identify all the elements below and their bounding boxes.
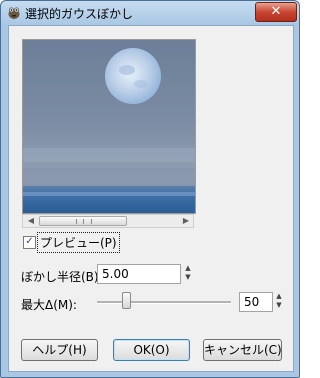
ok-button[interactable]: OK(O) (113, 339, 190, 361)
dialog-body: ◀ ▶ ✓ プレビュー(P) ぼかし半径(B): 5.00 ▲ ▼ 最大Δ(M)… (8, 25, 294, 372)
max-delta-slider-thumb[interactable] (122, 292, 131, 309)
close-button[interactable]: ✕ (255, 2, 297, 22)
checkmark-icon: ✓ (25, 236, 34, 247)
max-delta-input[interactable]: 50 (239, 292, 273, 312)
preview-image[interactable] (22, 39, 196, 214)
close-icon: ✕ (270, 4, 282, 19)
scrollbar-thumb[interactable] (39, 216, 127, 226)
cancel-button[interactable]: キャンセル(C) (203, 339, 282, 361)
max-delta-slider-track[interactable] (97, 301, 231, 304)
scroll-left-arrow-icon[interactable]: ◀ (24, 215, 38, 227)
blur-radius-input[interactable]: 5.00 (97, 264, 181, 284)
scroll-right-arrow-icon[interactable]: ▶ (179, 215, 193, 227)
preview-scrollbar[interactable]: ◀ ▶ (22, 214, 194, 228)
spin-up-icon[interactable]: ▲ (184, 264, 192, 273)
spin-up-icon[interactable]: ▲ (275, 292, 283, 301)
spin-down-icon[interactable]: ▼ (184, 273, 192, 282)
blur-radius-spin[interactable]: ▲ ▼ (184, 264, 192, 282)
window-title: 選択的ガウスぼかし (25, 7, 134, 21)
spin-down-icon[interactable]: ▼ (275, 301, 283, 310)
preview-checkbox[interactable]: ✓ (23, 236, 36, 249)
gimp-icon (8, 7, 20, 19)
preview-label[interactable]: プレビュー(P) (37, 232, 120, 253)
moonlit-sea-image (23, 40, 195, 213)
dialog-window: 選択的ガウスぼかし ✕ ◀ ▶ ✓ プレビュー(P) ぼかし半径(B): 5.0… (0, 0, 300, 378)
blur-radius-label: ぼかし半径(B): (21, 270, 103, 284)
title-bar[interactable]: 選択的ガウスぼかし ✕ (1, 1, 299, 25)
help-button[interactable]: ヘルプ(H) (21, 339, 98, 361)
max-delta-label: 最大Δ(M): (21, 298, 77, 312)
grip-icon (76, 219, 92, 224)
max-delta-spin[interactable]: ▲ ▼ (275, 292, 283, 310)
